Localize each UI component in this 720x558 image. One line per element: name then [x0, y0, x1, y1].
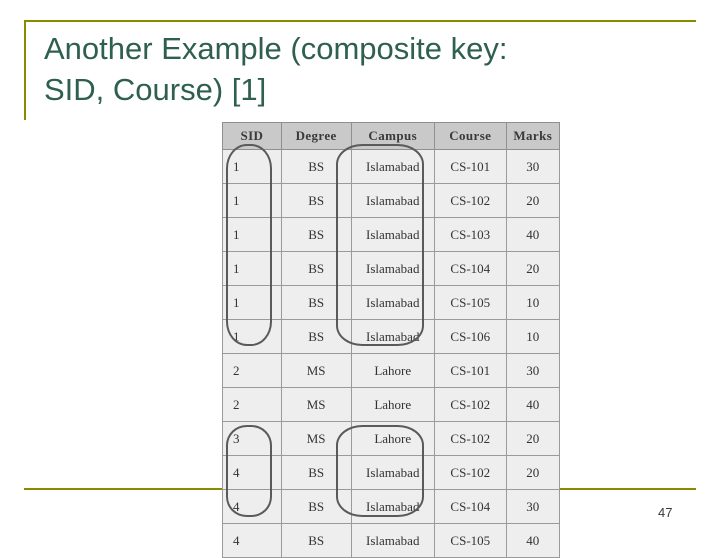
- cell-campus: Lahore: [350, 421, 435, 456]
- cell-campus: Islamabad: [350, 455, 435, 490]
- cell-sid: 1: [222, 251, 282, 286]
- column-header-marks: Marks: [505, 122, 561, 150]
- cell-sid: 1: [222, 149, 282, 184]
- column-header-campus: Campus: [350, 122, 435, 150]
- cell-degree: MS: [280, 387, 352, 422]
- cell-marks: 30: [505, 489, 561, 524]
- table-row: 4 BS Islamabad CS-105 40: [222, 523, 561, 558]
- table-row: 1 BS Islamabad CS-101 30: [222, 149, 561, 184]
- cell-degree: BS: [280, 149, 352, 184]
- cell-degree: BS: [280, 523, 352, 558]
- cell-course: CS-102: [434, 421, 507, 456]
- cell-sid: 3: [222, 421, 282, 456]
- cell-sid: 2: [222, 353, 282, 388]
- slide-frame-left-rule: [24, 20, 26, 120]
- cell-campus: Islamabad: [350, 217, 435, 252]
- cell-campus: Islamabad: [350, 285, 435, 320]
- cell-marks: 20: [505, 421, 561, 456]
- cell-campus: Islamabad: [350, 183, 435, 218]
- cell-degree: BS: [280, 455, 352, 490]
- cell-degree: BS: [280, 217, 352, 252]
- page-title-line-2: SID, Course) [1]: [44, 72, 267, 108]
- student-marks-table-container: SID Degree Campus Course Marks 1 BS Isla…: [222, 122, 561, 558]
- cell-course: CS-102: [434, 455, 507, 490]
- table-row: 1 BS Islamabad CS-103 40: [222, 217, 561, 252]
- cell-sid: 2: [222, 387, 282, 422]
- table-row: 4 BS Islamabad CS-104 30: [222, 489, 561, 524]
- cell-marks: 20: [505, 455, 561, 490]
- page-title-line-1: Another Example (composite key:: [44, 31, 508, 66]
- cell-campus: Islamabad: [350, 149, 435, 184]
- cell-sid: 4: [222, 489, 282, 524]
- cell-course: CS-102: [434, 387, 507, 422]
- slide-number: 47: [658, 505, 673, 520]
- table-row: 4 BS Islamabad CS-102 20: [222, 455, 561, 490]
- cell-course: CS-104: [434, 489, 507, 524]
- cell-marks: 20: [505, 251, 561, 286]
- student-marks-table: SID Degree Campus Course Marks 1 BS Isla…: [222, 122, 561, 558]
- cell-degree: BS: [280, 319, 352, 354]
- cell-sid: 1: [222, 217, 282, 252]
- cell-marks: 30: [505, 353, 561, 388]
- cell-campus: Lahore: [350, 353, 435, 388]
- cell-course: CS-105: [434, 285, 507, 320]
- cell-degree: MS: [280, 421, 352, 456]
- cell-sid: 4: [222, 523, 282, 558]
- cell-sid: 4: [222, 455, 282, 490]
- table-row: 1 BS Islamabad CS-102 20: [222, 183, 561, 218]
- table-row: 2 MS Lahore CS-102 40: [222, 387, 561, 422]
- column-header-course: Course: [434, 122, 507, 150]
- cell-course: CS-104: [434, 251, 507, 286]
- slide-frame-bottom-right-rule: [560, 488, 696, 490]
- cell-sid: 1: [222, 183, 282, 218]
- cell-marks: 30: [505, 149, 561, 184]
- column-header-degree: Degree: [280, 122, 352, 150]
- cell-marks: 10: [505, 319, 561, 354]
- cell-campus: Islamabad: [350, 319, 435, 354]
- column-header-sid: SID: [222, 122, 282, 150]
- cell-marks: 40: [505, 217, 561, 252]
- table-row: 3 MS Lahore CS-102 20: [222, 421, 561, 456]
- cell-campus: Islamabad: [350, 489, 435, 524]
- table-header-row: SID Degree Campus Course Marks: [222, 122, 561, 150]
- cell-course: CS-103: [434, 217, 507, 252]
- cell-marks: 20: [505, 183, 561, 218]
- cell-degree: BS: [280, 489, 352, 524]
- cell-course: CS-106: [434, 319, 507, 354]
- page-title: Another Example (composite key: SID, Cou…: [44, 28, 684, 110]
- table-row: 1 BS Islamabad CS-106 10: [222, 319, 561, 354]
- cell-degree: MS: [280, 353, 352, 388]
- table-row: 1 BS Islamabad CS-104 20: [222, 251, 561, 286]
- cell-marks: 40: [505, 387, 561, 422]
- table-row: 2 MS Lahore CS-101 30: [222, 353, 561, 388]
- cell-marks: 40: [505, 523, 561, 558]
- cell-campus: Islamabad: [350, 251, 435, 286]
- slide-frame-bottom-left-rule: [24, 488, 222, 490]
- cell-sid: 1: [222, 319, 282, 354]
- cell-course: CS-101: [434, 149, 507, 184]
- cell-degree: BS: [280, 183, 352, 218]
- table-body: 1 BS Islamabad CS-101 30 1 BS Islamabad …: [222, 149, 561, 558]
- cell-course: CS-101: [434, 353, 507, 388]
- cell-degree: BS: [280, 285, 352, 320]
- cell-course: CS-105: [434, 523, 507, 558]
- cell-sid: 1: [222, 285, 282, 320]
- cell-course: CS-102: [434, 183, 507, 218]
- cell-campus: Islamabad: [350, 523, 435, 558]
- table-header: SID Degree Campus Course Marks: [222, 122, 561, 150]
- slide-frame-top-rule: [24, 20, 696, 22]
- table-row: 1 BS Islamabad CS-105 10: [222, 285, 561, 320]
- cell-degree: BS: [280, 251, 352, 286]
- cell-campus: Lahore: [350, 387, 435, 422]
- cell-marks: 10: [505, 285, 561, 320]
